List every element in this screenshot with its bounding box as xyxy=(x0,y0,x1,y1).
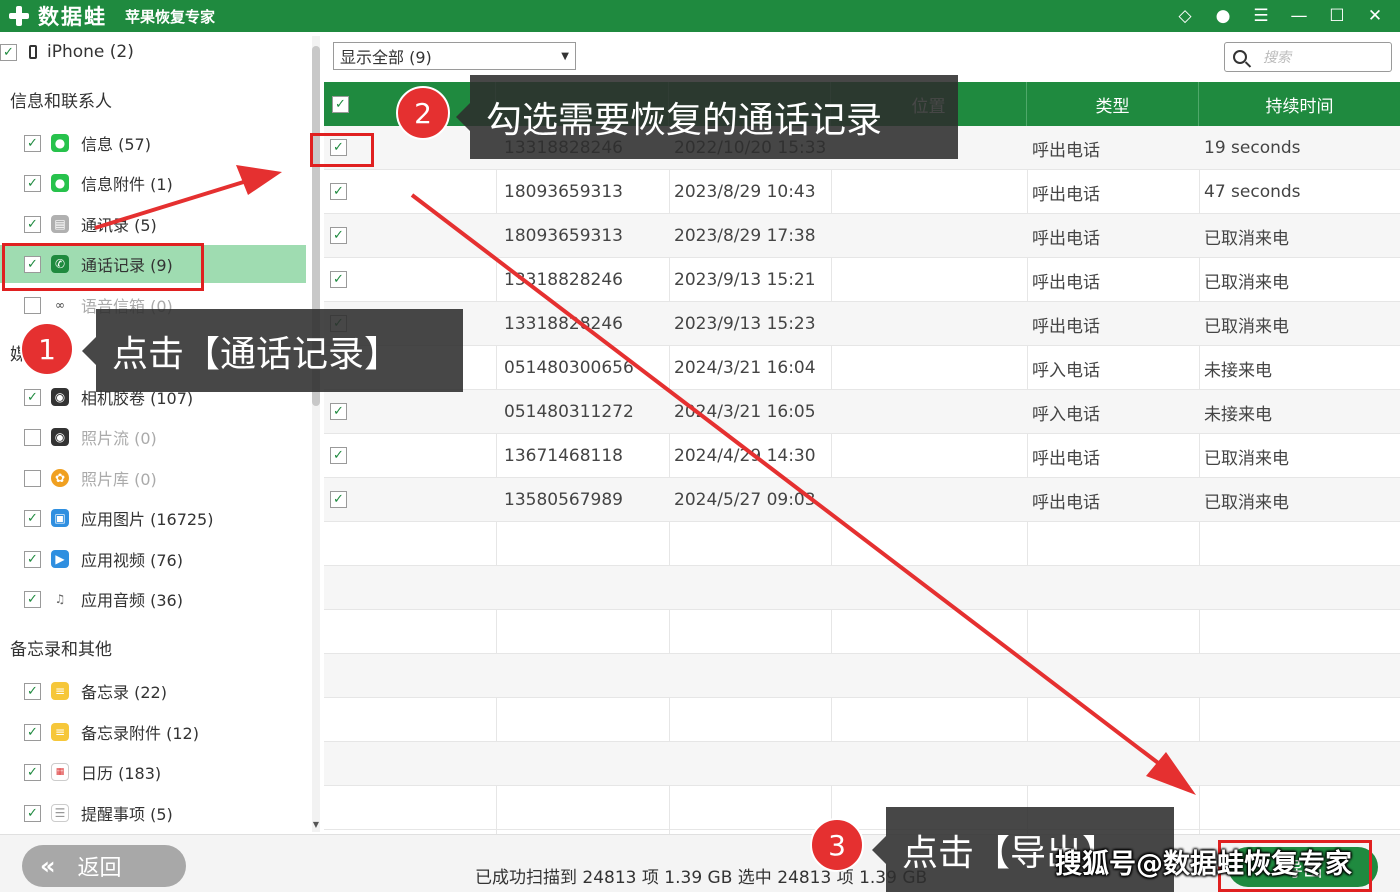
watermark: 搜狐号@数据蛙恢复专家 xyxy=(1055,849,1352,880)
step2-badge: 2 xyxy=(396,86,450,140)
step3-badge: 3 xyxy=(810,818,864,872)
arrowhead-step1 xyxy=(236,165,282,195)
arrow-line-step1 xyxy=(94,178,251,230)
step1-text: 点击【通话记录】 xyxy=(112,333,401,375)
arrow-line-step3 xyxy=(410,193,1172,774)
step1-badge: 1 xyxy=(20,322,74,376)
step2-text: 勾选需要恢复的通话记录 xyxy=(486,100,883,141)
step1-callout: 点击【通话记录】 xyxy=(82,309,463,392)
step2-callout: 勾选需要恢复的通话记录 xyxy=(456,75,958,159)
